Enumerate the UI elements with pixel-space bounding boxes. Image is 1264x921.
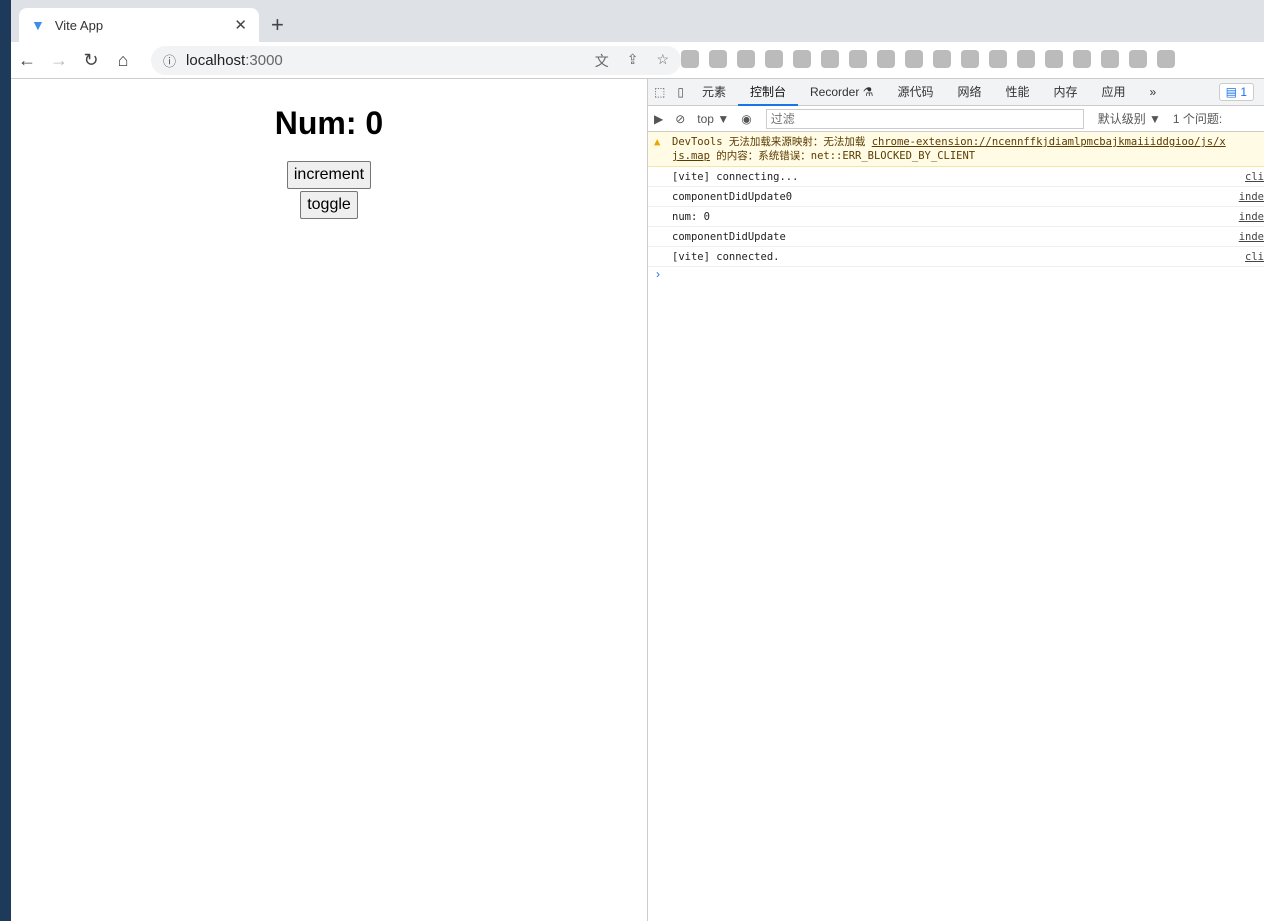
- extension-icon[interactable]: [793, 50, 811, 68]
- device-toggle-icon[interactable]: ▯: [671, 85, 690, 99]
- log-source-link[interactable]: cli: [1245, 167, 1264, 187]
- forward-icon[interactable]: →: [43, 50, 75, 71]
- devtools-panel: ⬚ ▯ 元素 控制台 Recorder ⚗ 源代码 网络 性能 内存 应用 » …: [647, 79, 1264, 921]
- log-row: [vite] connected. cli: [648, 247, 1264, 267]
- back-icon[interactable]: ←: [11, 50, 43, 71]
- url-port: :3000: [245, 52, 283, 69]
- extension-icon[interactable]: [765, 50, 783, 68]
- issues-count: 1: [1240, 85, 1247, 99]
- extension-icon[interactable]: [1073, 50, 1091, 68]
- eye-icon[interactable]: ◉: [735, 112, 757, 126]
- clear-console-icon[interactable]: ⊘: [669, 112, 691, 126]
- tab-console[interactable]: 控制台: [737, 79, 798, 106]
- tab-network[interactable]: 网络: [945, 79, 993, 106]
- tab-title: Vite App: [54, 17, 104, 33]
- console-prompt[interactable]: ›: [648, 267, 1264, 281]
- vite-favicon-icon: ▼: [31, 17, 45, 33]
- extension-icon[interactable]: [1017, 50, 1035, 68]
- extension-icon[interactable]: [1101, 50, 1119, 68]
- extension-icon[interactable]: [737, 50, 755, 68]
- extension-icon[interactable]: [821, 50, 839, 68]
- tab-recorder[interactable]: Recorder ⚗: [798, 79, 885, 106]
- warning-link[interactable]: chrome-extension://ncennffkjdiamlpmcbajk…: [872, 136, 1226, 148]
- tab-application[interactable]: 应用: [1090, 79, 1138, 106]
- warning-icon: ▲: [654, 136, 661, 148]
- tab-vite-app[interactable]: ▼ Vite App ✕: [19, 8, 259, 42]
- console-toolbar: ▶ ⊘ top ▼ ◉ 默认级别 ▼ 1 个问题:: [648, 106, 1264, 132]
- info-icon[interactable]: ⓘ: [163, 51, 176, 70]
- log-source-link[interactable]: cli: [1245, 247, 1264, 267]
- browser-chrome: ▼ Vite App ✕ + ← → ↻ ⌂ ⓘ localhost:3000 …: [11, 0, 1264, 79]
- extension-icon[interactable]: [989, 50, 1007, 68]
- issues-badge[interactable]: ▤ 1: [1218, 83, 1254, 101]
- reload-icon[interactable]: ↻: [75, 50, 107, 71]
- extension-icon[interactable]: [681, 50, 699, 68]
- log-row: componentDidUpdate inde: [648, 227, 1264, 247]
- context-select[interactable]: top ▼: [691, 112, 735, 126]
- page-content: Num: 0 increment toggle: [11, 79, 647, 921]
- log-source-link[interactable]: inde: [1239, 187, 1264, 207]
- address-bar[interactable]: ⓘ localhost:3000 文 ⇪ ☆: [151, 46, 681, 75]
- new-tab-button[interactable]: +: [271, 12, 284, 38]
- sidebar-toggle-icon[interactable]: ▶: [648, 112, 669, 126]
- log-row: num: 0 inde: [648, 207, 1264, 227]
- inspect-icon[interactable]: ⬚: [648, 85, 671, 99]
- extension-icon[interactable]: [933, 50, 951, 68]
- url-host: localhost: [186, 52, 246, 69]
- extension-icon[interactable]: [961, 50, 979, 68]
- warning-link-map[interactable]: js.map: [672, 150, 710, 162]
- log-level-select[interactable]: 默认级别 ▼: [1092, 110, 1167, 127]
- log-source-link[interactable]: inde: [1239, 207, 1264, 227]
- increment-button[interactable]: increment: [286, 161, 372, 189]
- toolbar: ← → ↻ ⌂ ⓘ localhost:3000 文 ⇪ ☆: [11, 42, 1264, 79]
- extensions: [681, 50, 1175, 68]
- close-tab-icon[interactable]: ✕: [234, 16, 247, 34]
- desktop-edge: [0, 0, 11, 921]
- tab-sources[interactable]: 源代码: [885, 79, 945, 106]
- num-heading: Num: 0: [274, 105, 384, 141]
- toggle-button[interactable]: toggle: [300, 191, 358, 219]
- home-icon[interactable]: ⌂: [107, 50, 139, 71]
- extension-icon[interactable]: [1129, 50, 1147, 68]
- log-row: componentDidUpdate0 inde: [648, 187, 1264, 207]
- tab-elements[interactable]: 元素: [690, 79, 738, 106]
- extension-icon[interactable]: [877, 50, 895, 68]
- filter-input[interactable]: [765, 108, 1084, 129]
- devtools-tabs: ⬚ ▯ 元素 控制台 Recorder ⚗ 源代码 网络 性能 内存 应用 » …: [648, 79, 1264, 106]
- tab-performance[interactable]: 性能: [993, 79, 1041, 106]
- log-source-link[interactable]: inde: [1239, 227, 1264, 247]
- extension-icon[interactable]: [1045, 50, 1063, 68]
- warning-message: ▲ DevTools 无法加载来源映射：无法加载 chrome-extensio…: [648, 132, 1264, 167]
- translate-icon[interactable]: 文: [595, 51, 609, 71]
- tab-memory[interactable]: 内存: [1041, 79, 1089, 106]
- share-icon[interactable]: ⇪: [627, 51, 639, 71]
- more-tabs-button[interactable]: »: [1138, 79, 1169, 106]
- extension-icon[interactable]: [1157, 50, 1175, 68]
- log-row: [vite] connecting... cli: [648, 167, 1264, 187]
- extension-icon[interactable]: [905, 50, 923, 68]
- extension-icon[interactable]: [709, 50, 727, 68]
- extension-icon[interactable]: [849, 50, 867, 68]
- bookmark-star-icon[interactable]: ☆: [656, 51, 669, 71]
- issues-button[interactable]: 1 个问题:: [1167, 110, 1228, 127]
